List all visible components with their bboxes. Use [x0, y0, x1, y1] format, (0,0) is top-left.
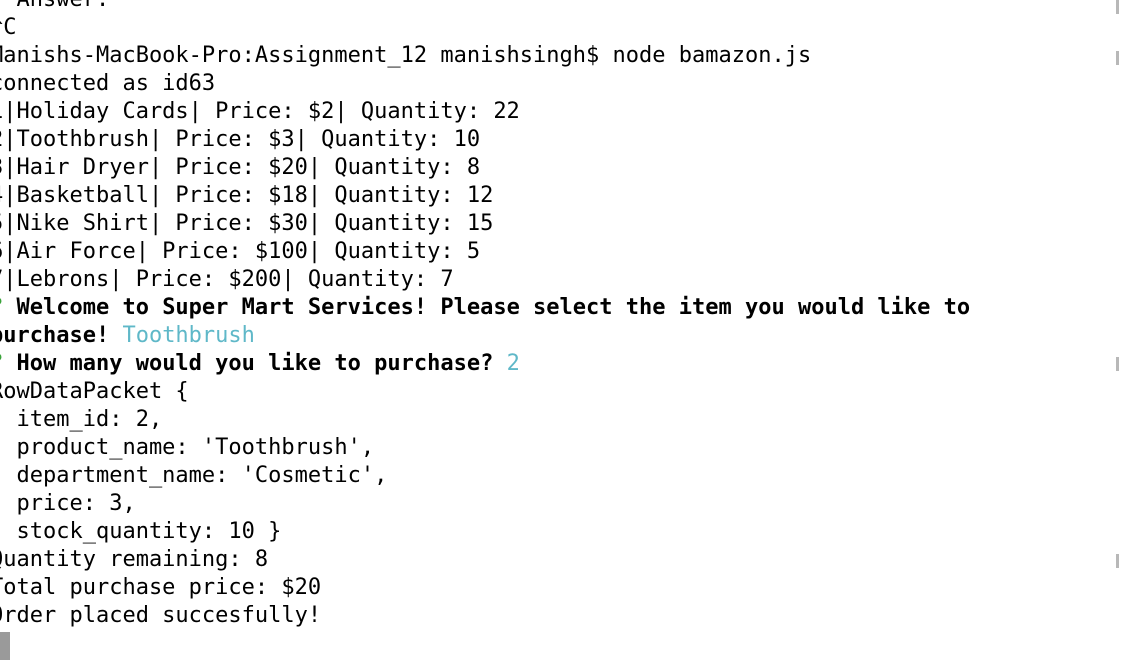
- terminal-line: Total purchase price: $20: [0, 575, 322, 600]
- product-row: 5|Nike Shirt| Price: $30| Quantity: 15: [0, 211, 494, 236]
- terminal-line: stock_quantity: 10 }: [0, 519, 282, 544]
- scroll-marker: [1116, 554, 1119, 568]
- product-row: 1|Holiday Cards| Price: $2| Quantity: 22: [0, 99, 520, 124]
- prompt-line-quantity: ? How many would you like to purchase? 2: [0, 350, 1100, 378]
- terminal-line: Answer:: [0, 0, 1100, 14]
- terminal-window[interactable]: Answer: ^C Manishs-MacBook-Pro:Assignmen…: [0, 0, 1122, 662]
- terminal-line-command: Manishs-MacBook-Pro:Assignment_12 manish…: [0, 43, 812, 68]
- terminal-line: connected as id63: [0, 71, 216, 96]
- product-row: 6|Air Force| Price: $100| Quantity: 5: [0, 239, 481, 264]
- prompt-text: Welcome to Super Mart Services! Please s…: [3, 295, 971, 320]
- prompt-answer: 2: [506, 351, 520, 376]
- prompt-text: How many would you like to purchase?: [3, 351, 507, 376]
- terminal-line: Order placed succesfully!: [0, 603, 322, 628]
- terminal-line: Quantity remaining: 8: [0, 547, 269, 572]
- prompt-answer: Toothbrush: [122, 323, 255, 348]
- product-row: 7|Lebrons| Price: $200| Quantity: 7: [0, 267, 454, 292]
- terminal-line: RowDataPacket {: [0, 379, 189, 404]
- scroll-marker: [1116, 51, 1119, 65]
- product-row: 2|Toothbrush| Price: $3| Quantity: 10: [0, 127, 481, 152]
- terminal-line: ^C: [0, 15, 17, 40]
- terminal-cursor: [0, 632, 10, 660]
- terminal-line: product_name: 'Toothbrush',: [0, 435, 375, 460]
- terminal-output: Answer: ^C Manishs-MacBook-Pro:Assignmen…: [0, 0, 1100, 630]
- prompt-line-select-item: ? Welcome to Super Mart Services! Please…: [0, 294, 1100, 322]
- terminal-line: department_name: 'Cosmetic',: [0, 463, 388, 488]
- product-row: 4|Basketball| Price: $18| Quantity: 12: [0, 183, 494, 208]
- prompt-line-continued: purchase! Toothbrush: [0, 322, 1100, 350]
- prompt-text: purchase!: [0, 323, 123, 348]
- scroll-marker: [1116, 0, 1119, 14]
- product-row: 3|Hair Dryer| Price: $20| Quantity: 8: [0, 155, 481, 180]
- terminal-line: price: 3,: [0, 491, 136, 516]
- scroll-marker: [1116, 357, 1119, 371]
- terminal-line: item_id: 2,: [0, 407, 163, 432]
